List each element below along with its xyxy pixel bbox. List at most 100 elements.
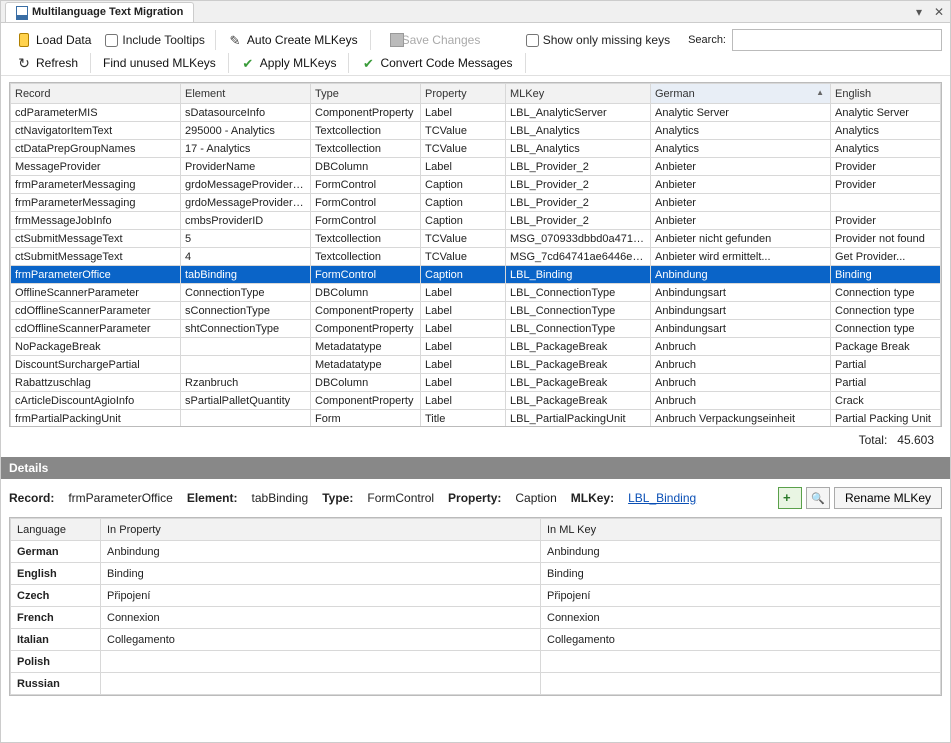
col-record[interactable]: Record bbox=[11, 84, 181, 104]
table-row[interactable]: ctSubmitMessageText5TextcollectionTCValu… bbox=[11, 230, 941, 248]
cell[interactable]: OfflineScannerParameter bbox=[11, 284, 181, 302]
cell[interactable]: frmParameterMessaging bbox=[11, 194, 181, 212]
cell[interactable]: Title bbox=[421, 410, 506, 428]
lang-inmlkey[interactable]: Připojení bbox=[541, 585, 941, 607]
language-grid[interactable]: Language In Property In ML Key GermanAnb… bbox=[9, 517, 942, 696]
lang-inproperty[interactable] bbox=[101, 673, 541, 695]
cell[interactable]: NoPackageBreak bbox=[11, 338, 181, 356]
cell[interactable]: Analytics bbox=[651, 122, 831, 140]
auto-create-mlkeys-button[interactable]: Auto Create MLKeys bbox=[220, 30, 366, 50]
active-tab[interactable]: Multilanguage Text Migration bbox=[5, 2, 194, 22]
language-row[interactable]: FrenchConnexionConnexion bbox=[11, 607, 941, 629]
cell[interactable]: DBColumn bbox=[311, 284, 421, 302]
lang-inmlkey[interactable]: Anbindung bbox=[541, 541, 941, 563]
col-german[interactable]: German bbox=[651, 84, 831, 104]
cell[interactable]: FormControl bbox=[311, 194, 421, 212]
cell[interactable]: LBL_ConnectionType bbox=[506, 284, 651, 302]
lang-inproperty[interactable]: Binding bbox=[101, 563, 541, 585]
cell[interactable]: LBL_PackageBreak bbox=[506, 392, 651, 410]
cell[interactable]: Anbindungsart bbox=[651, 320, 831, 338]
lang-inproperty[interactable]: Collegamento bbox=[101, 629, 541, 651]
cell[interactable]: Anbieter bbox=[651, 158, 831, 176]
cell[interactable]: Anbieter bbox=[651, 212, 831, 230]
cell[interactable]: TCValue bbox=[421, 122, 506, 140]
col-type[interactable]: Type bbox=[311, 84, 421, 104]
language-row[interactable]: Polish bbox=[11, 651, 941, 673]
cell[interactable]: Label bbox=[421, 338, 506, 356]
cell[interactable]: MSG_070933dbbd0a47169d! bbox=[506, 230, 651, 248]
cell[interactable]: Metadatatype bbox=[311, 338, 421, 356]
cell[interactable]: Anbieter wird ermittelt... bbox=[651, 248, 831, 266]
table-row[interactable]: frmParameterOfficetabBindingFormControlC… bbox=[11, 266, 941, 284]
cell[interactable]: Caption bbox=[421, 176, 506, 194]
cell[interactable]: tabBinding bbox=[181, 266, 311, 284]
cell[interactable]: LBL_Provider_2 bbox=[506, 212, 651, 230]
cell[interactable] bbox=[831, 194, 941, 212]
cell[interactable]: LBL_Provider_2 bbox=[506, 194, 651, 212]
lang-inproperty[interactable]: Connexion bbox=[101, 607, 541, 629]
close-icon[interactable]: ✕ bbox=[932, 5, 946, 19]
cell[interactable]: LBL_PackageBreak bbox=[506, 374, 651, 392]
cell[interactable]: Analytic Server bbox=[831, 104, 941, 122]
dropdown-icon[interactable]: ▾ bbox=[912, 5, 926, 19]
cell[interactable]: Provider bbox=[831, 176, 941, 194]
show-missing-check[interactable]: Show only missing keys bbox=[520, 30, 676, 50]
cell[interactable]: TCValue bbox=[421, 230, 506, 248]
cell[interactable]: Anbruch bbox=[651, 374, 831, 392]
cell[interactable]: Anbindung bbox=[651, 266, 831, 284]
cell[interactable]: Anbruch Verpackungseinheit bbox=[651, 410, 831, 428]
cell[interactable]: LBL_Analytics bbox=[506, 140, 651, 158]
cell[interactable]: Anbindungsart bbox=[651, 284, 831, 302]
cell[interactable]: Textcollection bbox=[311, 248, 421, 266]
cell[interactable]: Partial bbox=[831, 356, 941, 374]
cell[interactable]: ctNavigatorItemText bbox=[11, 122, 181, 140]
lang-col-inmlkey[interactable]: In ML Key bbox=[541, 519, 941, 541]
cell[interactable]: LBL_Provider_2 bbox=[506, 176, 651, 194]
cell[interactable]: DBColumn bbox=[311, 158, 421, 176]
table-row[interactable]: frmPartialPackingUnitFormTitleLBL_Partia… bbox=[11, 410, 941, 428]
main-grid[interactable]: Record Element Type Property MLKey Germa… bbox=[9, 82, 942, 427]
col-property[interactable]: Property bbox=[421, 84, 506, 104]
table-row[interactable]: frmParameterMessaginggrdoMessageProvider… bbox=[11, 176, 941, 194]
col-mlkey[interactable]: MLKey bbox=[506, 84, 651, 104]
cell[interactable]: Connection type bbox=[831, 284, 941, 302]
lang-inmlkey[interactable]: Connexion bbox=[541, 607, 941, 629]
cell[interactable]: 17 - Analytics bbox=[181, 140, 311, 158]
cell[interactable]: cdOfflineScannerParameter bbox=[11, 302, 181, 320]
table-row[interactable]: MessageProviderProviderNameDBColumnLabel… bbox=[11, 158, 941, 176]
lang-inmlkey[interactable]: Collegamento bbox=[541, 629, 941, 651]
cell[interactable]: LBL_PackageBreak bbox=[506, 338, 651, 356]
cell[interactable]: Partial Packing Unit bbox=[831, 410, 941, 428]
cell[interactable]: Label bbox=[421, 302, 506, 320]
cell[interactable]: Analytics bbox=[831, 140, 941, 158]
rename-mlkey-button[interactable]: Rename MLKey bbox=[834, 487, 942, 509]
cell[interactable]: Anbindungsart bbox=[651, 302, 831, 320]
cell[interactable]: Rabattzuschlag bbox=[11, 374, 181, 392]
cell[interactable]: Analytics bbox=[831, 122, 941, 140]
cell[interactable]: Label bbox=[421, 158, 506, 176]
find-unused-mlkeys-button[interactable]: Find unused MLKeys bbox=[95, 53, 224, 73]
cell[interactable]: ProviderName bbox=[181, 158, 311, 176]
mlkey-link[interactable]: LBL_Binding bbox=[628, 491, 696, 505]
cell[interactable]: Label bbox=[421, 392, 506, 410]
table-row[interactable]: ctNavigatorItemText295000 - AnalyticsTex… bbox=[11, 122, 941, 140]
language-row[interactable]: CzechPřipojeníPřipojení bbox=[11, 585, 941, 607]
cell[interactable]: 5 bbox=[181, 230, 311, 248]
cell[interactable]: frmParameterOffice bbox=[11, 266, 181, 284]
cell[interactable]: Provider bbox=[831, 158, 941, 176]
cell[interactable]: Caption bbox=[421, 212, 506, 230]
cell[interactable]: LBL_PartialPackingUnit bbox=[506, 410, 651, 428]
table-row[interactable]: OfflineScannerParameterConnectionTypeDBC… bbox=[11, 284, 941, 302]
cell[interactable]: Anbieter bbox=[651, 194, 831, 212]
cell[interactable]: Partial bbox=[831, 374, 941, 392]
cell[interactable]: ctSubmitMessageText bbox=[11, 230, 181, 248]
cell[interactable]: frmPartialPackingUnit bbox=[11, 410, 181, 428]
cell[interactable]: LBL_Provider_2 bbox=[506, 158, 651, 176]
cell[interactable]: FormControl bbox=[311, 176, 421, 194]
cell[interactable]: sDatasourceInfo bbox=[181, 104, 311, 122]
cell[interactable]: frmParameterMessaging bbox=[11, 176, 181, 194]
cell[interactable]: FormControl bbox=[311, 266, 421, 284]
convert-code-messages-button[interactable]: Convert Code Messages bbox=[353, 53, 520, 73]
table-row[interactable]: ctDataPrepGroupNames17 - AnalyticsTextco… bbox=[11, 140, 941, 158]
search-input[interactable] bbox=[732, 29, 942, 51]
